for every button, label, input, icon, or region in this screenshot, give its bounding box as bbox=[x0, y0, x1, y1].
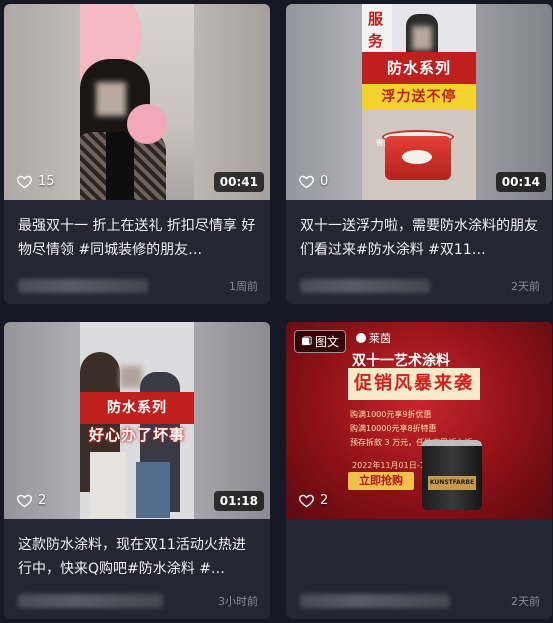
card-meta: 2天前 bbox=[300, 593, 540, 609]
poster-buy-button: 立即抢购 bbox=[348, 472, 414, 490]
publish-time: 1周前 bbox=[229, 280, 258, 293]
brand-logo-icon bbox=[356, 333, 366, 343]
poster-offer: 购满10000元享8折特惠 bbox=[350, 424, 437, 433]
video-description[interactable]: 最强双十一 折上在送礼 折扣尽情享 好物尽情领 #同城装修的朋友… bbox=[18, 214, 256, 262]
publish-time: 3小时前 bbox=[218, 595, 258, 608]
card-meta: 3小时前 bbox=[18, 593, 258, 609]
poster-slogan: 促销风暴来袭 bbox=[348, 368, 480, 400]
paint-can-image bbox=[422, 440, 482, 510]
image-post-icon bbox=[301, 336, 312, 346]
heart-icon bbox=[16, 494, 33, 508]
image-post-card[interactable]: 莱茵 双十一艺术涂料 促销风暴来袭 购满1000元享9折优惠 购满10000元享… bbox=[286, 322, 552, 619]
card-meta: 1周前 bbox=[18, 278, 258, 294]
author-name-blurred[interactable] bbox=[300, 594, 450, 608]
video-thumbnail[interactable]: 服 务 防水系列 浮力送不停 需要就送 0 00:14 bbox=[286, 4, 552, 200]
overlay-banner-bottom: 好心办了坏事 bbox=[88, 426, 185, 444]
video-card[interactable]: 服 务 防水系列 浮力送不停 需要就送 0 00:14 双十一送浮力啦，需要防水… bbox=[286, 4, 552, 304]
video-card[interactable]: 15 00:41 最强双十一 折上在送礼 折扣尽情享 好物尽情领 #同城装修的朋… bbox=[4, 4, 270, 304]
author-name-blurred[interactable] bbox=[18, 279, 148, 293]
card-meta: 2天前 bbox=[300, 278, 540, 294]
video-duration: 01:18 bbox=[213, 491, 264, 511]
poster-brand: 莱茵 bbox=[356, 330, 391, 346]
like-count: 15 bbox=[16, 173, 55, 190]
post-thumbnail[interactable]: 莱茵 双十一艺术涂料 促销风暴来袭 购满1000元享9折优惠 购满10000元享… bbox=[286, 322, 552, 519]
thumbnail-image bbox=[80, 4, 194, 200]
author-name-blurred[interactable] bbox=[18, 594, 163, 608]
like-count-value: 15 bbox=[38, 174, 55, 189]
poster-brand-name: 莱茵 bbox=[369, 332, 391, 345]
like-count: 2 bbox=[298, 492, 328, 509]
publish-time: 2天前 bbox=[511, 280, 540, 293]
like-count: 0 bbox=[298, 173, 328, 190]
video-thumbnail[interactable]: 15 00:41 bbox=[4, 4, 270, 200]
overlay-banner-top: 防水系列 bbox=[362, 52, 476, 84]
publish-time: 2天前 bbox=[511, 595, 540, 608]
heart-icon bbox=[16, 175, 33, 189]
heart-icon bbox=[298, 494, 315, 508]
video-description[interactable]: 双十一送浮力啦，需要防水涂料的朋友们看过来#防水涂料 #双11… bbox=[300, 214, 538, 262]
video-description[interactable]: 这款防水涂料，现在双11活动火热进行中，快来Q购吧#防水涂料 #… bbox=[18, 533, 256, 581]
badge-label: 图文 bbox=[315, 335, 340, 349]
image-post-badge: 图文 bbox=[294, 330, 347, 353]
overlay-banner-bottom: 浮力送不停 bbox=[362, 84, 476, 110]
author-name-blurred[interactable] bbox=[300, 279, 430, 293]
video-thumbnail[interactable]: 防水系列 好心办了坏事 2 01:18 bbox=[4, 322, 270, 519]
paint-can-label: KUNSTFARBE bbox=[428, 476, 476, 490]
like-count-value: 0 bbox=[320, 174, 329, 189]
poster-title: 双十一艺术涂料 bbox=[352, 353, 450, 369]
video-card[interactable]: 防水系列 好心办了坏事 2 01:18 这款防水涂料，现在双11活动火热进行中，… bbox=[4, 322, 270, 619]
like-count: 2 bbox=[16, 492, 46, 509]
like-count-value: 2 bbox=[38, 493, 47, 508]
poster-offer: 购满1000元享9折优惠 bbox=[350, 410, 432, 419]
video-duration: 00:14 bbox=[495, 172, 546, 192]
heart-icon bbox=[298, 175, 315, 189]
thumbnail-image: 服 务 防水系列 浮力送不停 需要就送 bbox=[362, 4, 476, 200]
like-count-value: 2 bbox=[320, 493, 329, 508]
thumbnail-image: 防水系列 好心办了坏事 bbox=[80, 322, 194, 519]
overlay-banner-top: 防水系列 bbox=[80, 392, 194, 424]
video-duration: 00:41 bbox=[213, 172, 264, 192]
